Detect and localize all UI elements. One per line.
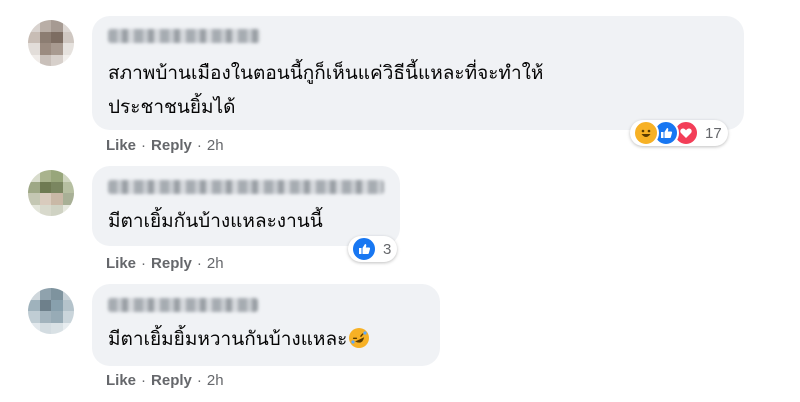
avatar[interactable] bbox=[28, 170, 74, 216]
comment-bubble: มีตาเยิ้มยิ้มหวานกันบ้างแหละ bbox=[92, 284, 440, 366]
reaction-count: 17 bbox=[705, 124, 722, 142]
reaction-summary[interactable]: 3 bbox=[348, 236, 398, 262]
rofl-emoji-icon bbox=[349, 328, 370, 348]
comment-actions: Like · Reply · 2h bbox=[106, 137, 224, 154]
reply-button[interactable]: Reply bbox=[151, 372, 192, 389]
avatar[interactable] bbox=[28, 20, 74, 66]
haha-icon bbox=[633, 120, 659, 146]
separator: · bbox=[141, 372, 147, 389]
timestamp[interactable]: 2h bbox=[207, 255, 224, 272]
like-button[interactable]: Like bbox=[106, 372, 136, 389]
comment-text-line-2: ประชาชนยิ้มได้ bbox=[108, 96, 236, 118]
reaction-summary[interactable]: 17 bbox=[630, 120, 728, 146]
timestamp[interactable]: 2h bbox=[207, 372, 224, 389]
comment-actions: Like · Reply · 2h bbox=[106, 372, 224, 389]
comment-text: มีตาเยิ้มยิ้มหวานกันบ้างแหละ bbox=[108, 322, 370, 356]
like-button[interactable]: Like bbox=[106, 137, 136, 154]
separator: · bbox=[141, 137, 147, 154]
comment-2: มีตาเยิ้มกันบ้างแหละงานนี้ 3 Like · Reply ·… bbox=[0, 160, 800, 280]
timestamp[interactable]: 2h bbox=[207, 137, 224, 154]
separator: · bbox=[196, 137, 202, 154]
comment-text-content: มีตาเยิ้มยิ้มหวานกันบ้างแหละ bbox=[108, 328, 348, 350]
reply-button[interactable]: Reply bbox=[151, 137, 192, 154]
comment-bubble: มีตาเยิ้มกันบ้างแหละงานนี้ bbox=[92, 166, 400, 246]
comment-text-line-1: สภาพบ้านเมืองในตอนนี้กูก็เห็นแค่วิธีนี้แ… bbox=[108, 62, 544, 84]
commenter-name[interactable] bbox=[108, 180, 384, 194]
separator: · bbox=[196, 372, 202, 389]
avatar[interactable] bbox=[28, 288, 74, 334]
comment-bubble: สภาพบ้านเมืองในตอนนี้กูก็เห็นแค่วิธีนี้แ… bbox=[92, 16, 744, 130]
reply-button[interactable]: Reply bbox=[151, 255, 192, 272]
comment-1: สภาพบ้านเมืองในตอนนี้กูก็เห็นแค่วิธีนี้แ… bbox=[0, 0, 800, 160]
comment-actions: Like · Reply · 2h bbox=[106, 255, 224, 272]
separator: · bbox=[141, 255, 147, 272]
commenter-name[interactable] bbox=[108, 29, 260, 43]
commenter-name[interactable] bbox=[108, 298, 258, 312]
comment-3: มีตาเยิ้มยิ้มหวานกันบ้างแหละ Like · Reply ·… bbox=[0, 280, 800, 402]
separator: · bbox=[196, 255, 202, 272]
reaction-count: 3 bbox=[383, 240, 392, 258]
like-button[interactable]: Like bbox=[106, 255, 136, 272]
like-icon bbox=[351, 236, 377, 262]
comment-text: มีตาเยิ้มกันบ้างแหละงานนี้ bbox=[108, 210, 323, 232]
